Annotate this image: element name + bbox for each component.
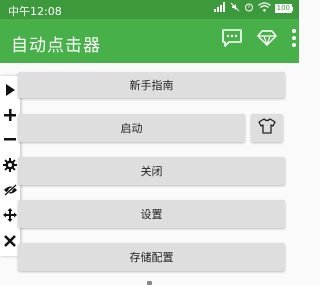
guide-button[interactable]: 新手指南 bbox=[18, 72, 285, 98]
status-icons: 100 bbox=[213, 2, 293, 15]
app-title: 自动点击器 bbox=[11, 36, 101, 56]
shirt-icon bbox=[258, 118, 276, 138]
eye-off-icon[interactable] bbox=[2, 182, 18, 198]
more-vert-icon[interactable] bbox=[291, 28, 297, 52]
chat-icon[interactable] bbox=[221, 28, 243, 52]
close-button[interactable]: 关闭 bbox=[18, 157, 285, 185]
wifi-icon bbox=[257, 2, 271, 15]
floating-control-panel bbox=[0, 76, 20, 256]
signal-icon bbox=[213, 2, 226, 15]
skin-button[interactable] bbox=[251, 114, 283, 142]
app-bar-actions bbox=[221, 28, 297, 52]
settings-button[interactable]: 设置 bbox=[18, 200, 285, 228]
gear-icon[interactable] bbox=[2, 157, 18, 173]
minus-icon[interactable] bbox=[2, 132, 18, 148]
move-icon[interactable] bbox=[2, 207, 18, 223]
diamond-icon[interactable] bbox=[257, 30, 277, 50]
play-icon[interactable] bbox=[2, 82, 18, 98]
home-indicator bbox=[147, 281, 152, 285]
close-icon[interactable] bbox=[2, 233, 18, 249]
status-bar: 中午12:08 100 bbox=[0, 0, 299, 19]
battery-label: 100 bbox=[274, 4, 292, 13]
battery-icon: 100 bbox=[274, 4, 293, 13]
save-config-button[interactable]: 存储配置 bbox=[18, 243, 285, 271]
plus-icon[interactable] bbox=[2, 107, 18, 123]
status-time: 中午12:08 bbox=[8, 5, 62, 18]
app-bar: 自动点击器 bbox=[0, 19, 299, 63]
alarm-icon bbox=[244, 2, 254, 15]
start-button[interactable]: 启动 bbox=[18, 114, 245, 142]
mute-icon bbox=[230, 2, 240, 15]
